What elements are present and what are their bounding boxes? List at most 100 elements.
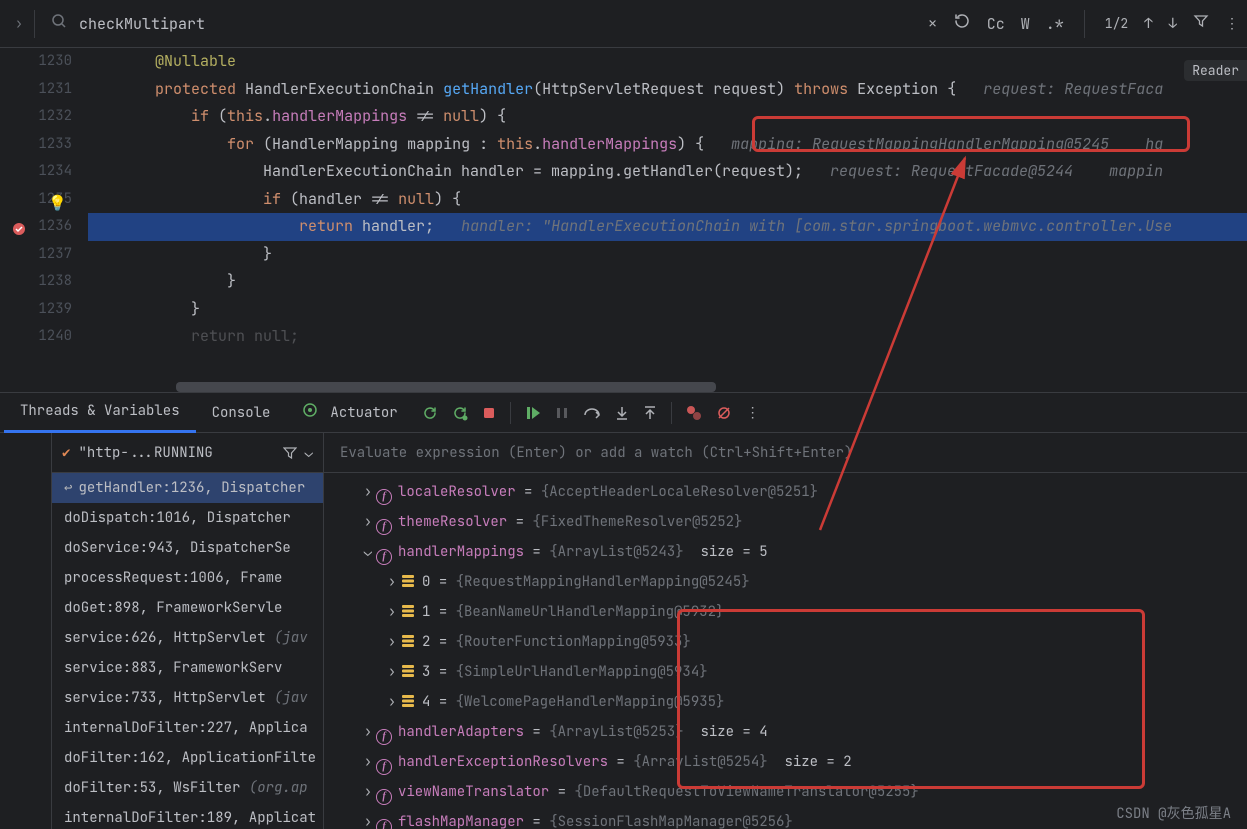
- frames-list[interactable]: ↩getHandler:1236, DispatcherdoDispatch:1…: [52, 473, 323, 829]
- debug-panel: Threads & Variables Console Actuator ⋮: [0, 392, 1247, 829]
- step-over-icon[interactable]: [583, 405, 601, 421]
- line-number: 1233: [0, 131, 72, 159]
- variable-row[interactable]: ›flocaleResolver = {AcceptHeaderLocaleRe…: [324, 477, 1247, 507]
- variable-row[interactable]: ›2 = {RouterFunctionMapping@5933}: [324, 627, 1247, 657]
- line-number: 💡1235: [0, 186, 72, 214]
- tab-threads-variables[interactable]: Threads & Variables: [4, 393, 196, 433]
- variable-row[interactable]: ›fhandlerAdapters = {ArrayList@5253} siz…: [324, 717, 1247, 747]
- stack-frame[interactable]: doDispatch:1016, Dispatcher: [52, 503, 323, 533]
- code-editor[interactable]: Reader 1230 1231 1232 1233 1234 💡1235 12…: [0, 48, 1247, 392]
- words-toggle[interactable]: W: [1021, 14, 1030, 34]
- inline-hint: request: RequestFaca: [983, 79, 1163, 99]
- find-bar: › ✕ Cc W .* 1/2 ↑ ↓ ⋮: [0, 0, 1247, 48]
- debug-tab-bar: Threads & Variables Console Actuator ⋮: [0, 393, 1247, 433]
- chevron-right-icon[interactable]: ›: [360, 807, 376, 829]
- variable-row[interactable]: ›3 = {SimpleUrlHandlerMapping@5934}: [324, 657, 1247, 687]
- field-icon: f: [376, 519, 392, 535]
- evaluate-expression-input[interactable]: Evaluate expression (Enter) or add a wat…: [324, 433, 1247, 473]
- line-number: 1240: [0, 323, 72, 351]
- inline-hint: request: RequestFacade@5244: [830, 161, 1073, 181]
- frames-panel: ✔ "http-...RUNNING ⌄ ↩getHandler:1236, D…: [52, 433, 324, 829]
- chevron-right-icon[interactable]: ›: [384, 687, 400, 717]
- chevron-right-icon[interactable]: ›: [384, 657, 400, 687]
- variable-row[interactable]: ›fthemeResolver = {FixedThemeResolver@52…: [324, 507, 1247, 537]
- match-case-toggle[interactable]: Cc: [987, 14, 1005, 34]
- code-area[interactable]: @Nullable protected HandlerExecutionChai…: [88, 48, 1247, 392]
- line-number: 1234: [0, 158, 72, 186]
- reset-frame-icon[interactable]: ↩: [64, 479, 72, 497]
- stack-frame[interactable]: internalDoFilter:227, Applica: [52, 713, 323, 743]
- search-history-icon[interactable]: [953, 12, 971, 35]
- stack-frame[interactable]: doFilter:53, WsFilter (org.ap: [52, 773, 323, 803]
- field-icon: f: [376, 729, 392, 745]
- line-number: 1236: [0, 213, 72, 241]
- stop-icon[interactable]: [482, 406, 496, 420]
- chevron-right-icon[interactable]: ›: [360, 477, 376, 507]
- line-number: 1238: [0, 268, 72, 296]
- chevron-right-icon[interactable]: ›: [360, 747, 376, 777]
- chevron-right-icon[interactable]: ›: [384, 627, 400, 657]
- search-icon[interactable]: [51, 13, 67, 34]
- field-icon: f: [376, 759, 392, 775]
- rerun-modified-icon[interactable]: [452, 405, 468, 421]
- variable-row[interactable]: ›0 = {RequestMappingHandlerMapping@5245}: [324, 567, 1247, 597]
- chevron-right-icon[interactable]: ›: [360, 507, 376, 537]
- search-input[interactable]: [79, 14, 639, 34]
- array-element-icon: [400, 663, 416, 679]
- variables-panel: Evaluate expression (Enter) or add a wat…: [324, 433, 1247, 829]
- tab-actuator[interactable]: Actuator: [286, 393, 413, 433]
- filter-frames-icon[interactable]: [283, 446, 297, 460]
- variable-row[interactable]: ⌄fhandlerMappings = {ArrayList@5243} siz…: [324, 537, 1247, 567]
- stack-frame[interactable]: service:883, FrameworkServ: [52, 653, 323, 683]
- stack-frame[interactable]: service:733, HttpServlet (jav: [52, 683, 323, 713]
- expand-find-icon[interactable]: ›: [8, 15, 30, 33]
- mute-breakpoints-icon[interactable]: [716, 405, 732, 421]
- field-icon: f: [376, 789, 392, 805]
- frames-dropdown-icon[interactable]: ⌄: [305, 444, 313, 462]
- thread-state-icon: ✔: [62, 444, 70, 462]
- step-out-icon[interactable]: [643, 405, 657, 421]
- line-number: 1239: [0, 296, 72, 324]
- stack-frame[interactable]: service:626, HttpServlet (jav: [52, 623, 323, 653]
- chevron-right-icon[interactable]: ›: [384, 597, 400, 627]
- chevron-right-icon[interactable]: ›: [384, 567, 400, 597]
- regex-toggle[interactable]: .*: [1046, 14, 1064, 34]
- more-icon[interactable]: ⋮: [1225, 15, 1239, 33]
- clear-search-icon[interactable]: ✕: [928, 15, 936, 33]
- chevron-down-icon[interactable]: ⌄: [360, 537, 376, 567]
- view-breakpoints-icon[interactable]: [686, 405, 702, 421]
- filter-icon[interactable]: [1193, 13, 1209, 34]
- stack-frame[interactable]: internalDoFilter:189, Applicat: [52, 803, 323, 829]
- thread-selector[interactable]: "http-...RUNNING: [78, 444, 274, 462]
- line-number: 1237: [0, 241, 72, 269]
- line-number: 1230: [0, 48, 72, 76]
- prev-match-icon[interactable]: ↑: [1144, 15, 1152, 33]
- rerun-icon[interactable]: [422, 405, 438, 421]
- annotation: @Nullable: [155, 51, 236, 71]
- inline-hint: mapping: RequestMappingHandlerMapping@52…: [731, 134, 1109, 154]
- debug-toolbar: ⋮: [422, 402, 760, 424]
- field-icon: f: [376, 489, 392, 505]
- variables-tree[interactable]: ›flocaleResolver = {AcceptHeaderLocaleRe…: [324, 473, 1247, 829]
- chevron-right-icon[interactable]: ›: [360, 777, 376, 807]
- stack-frame[interactable]: ↩getHandler:1236, Dispatcher: [52, 473, 323, 503]
- breakpoint-icon[interactable]: [12, 219, 26, 233]
- variable-row[interactable]: ›1 = {BeanNameUrlHandlerMapping@5932}: [324, 597, 1247, 627]
- variable-row[interactable]: ›fhandlerExceptionResolvers = {ArrayList…: [324, 747, 1247, 777]
- stack-frame[interactable]: processRequest:1006, Frame: [52, 563, 323, 593]
- horizontal-scrollbar[interactable]: [176, 382, 1247, 392]
- stack-frame[interactable]: doFilter:162, ApplicationFilte: [52, 743, 323, 773]
- pause-icon[interactable]: [555, 406, 569, 420]
- next-match-icon[interactable]: ↓: [1169, 15, 1177, 33]
- more-debug-icon[interactable]: ⋮: [746, 404, 760, 422]
- stack-frame[interactable]: doGet:898, FrameworkServle: [52, 593, 323, 623]
- resume-icon[interactable]: [525, 405, 541, 421]
- variable-row[interactable]: ›fflashMapManager = {SessionFlashMapMana…: [324, 807, 1247, 829]
- variable-row[interactable]: ›fviewNameTranslator = {DefaultRequestTo…: [324, 777, 1247, 807]
- tab-console[interactable]: Console: [196, 393, 287, 433]
- stack-frame[interactable]: doService:943, DispatcherSe: [52, 533, 323, 563]
- variable-row[interactable]: ›4 = {WelcomePageHandlerMapping@5935}: [324, 687, 1247, 717]
- chevron-right-icon[interactable]: ›: [360, 717, 376, 747]
- array-element-icon: [400, 573, 416, 589]
- step-into-icon[interactable]: [615, 405, 629, 421]
